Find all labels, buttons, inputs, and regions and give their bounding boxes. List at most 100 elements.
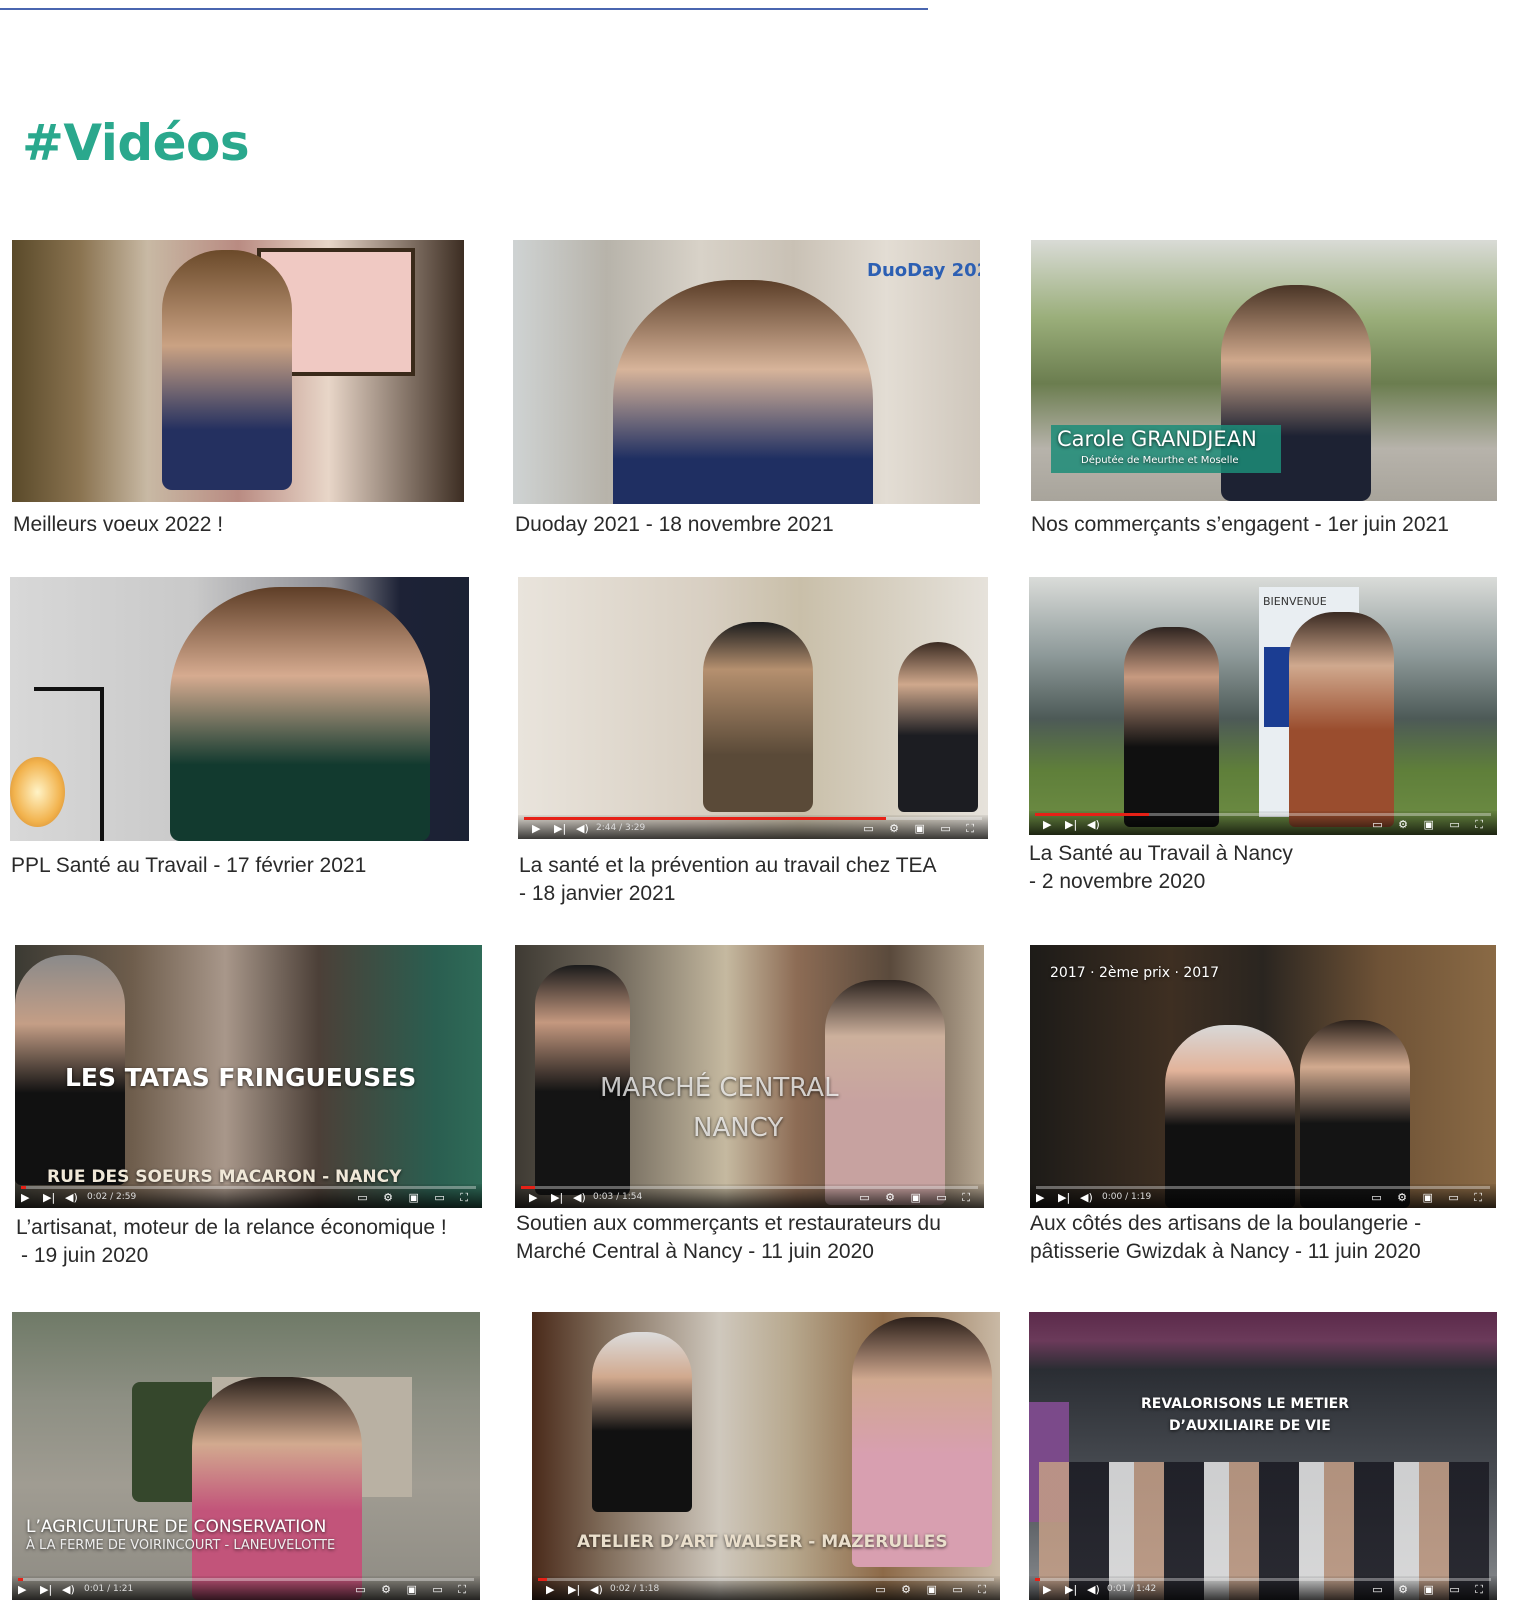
video-card-10[interactable]: L’AGRICULTURE DE CONSERVATION À LA FERME… [12, 1312, 482, 1600]
video-caption-line-1: Aux côtés des artisans de la boulangerie… [1030, 1212, 1422, 1235]
volume-icon[interactable]: ◀) [62, 1583, 75, 1596]
video-caption-line-1: Soutien aux commerçants et restaurateurs… [516, 1212, 941, 1235]
next-icon[interactable]: ▶| [554, 822, 566, 835]
video-player-controls[interactable]: ▶ ▶| ◀) 0:03 / 1:54 ▭ ⚙ ▣ ▭ ⛶ [515, 1184, 984, 1208]
video-caption-line-1: L’artisanat, moteur de la relance économ… [16, 1216, 447, 1239]
video-player-controls[interactable]: ▶ ▶| ◀) 2:44 / 3:29 ▭ ⚙ ▣ ▭ ⛶ [518, 815, 988, 839]
time-display: 0:02 / 1:18 [610, 1584, 660, 1594]
next-icon[interactable]: ▶| [1065, 818, 1077, 831]
play-icon[interactable]: ▶ [1043, 818, 1051, 831]
video-caption-line-2: - 18 janvier 2021 [519, 882, 676, 905]
video-caption-line-2: - 19 juin 2020 [21, 1244, 149, 1267]
volume-icon[interactable]: ◀) [590, 1583, 603, 1596]
progress-bar[interactable] [1036, 1186, 1490, 1189]
play-icon[interactable]: ▶ [546, 1583, 554, 1596]
time-display: 0:03 / 1:54 [593, 1192, 643, 1202]
video-thumbnail[interactable] [10, 577, 469, 841]
play-icon[interactable]: ▶ [1043, 1583, 1051, 1596]
progress-bar[interactable] [1035, 813, 1491, 816]
video-thumbnail[interactable]: ATELIER D’ART WALSER - MAZERULLES ▶ ▶| ◀… [532, 1312, 1000, 1600]
video-card-11[interactable]: ATELIER D’ART WALSER - MAZERULLES ▶ ▶| ◀… [532, 1312, 1002, 1600]
volume-icon[interactable]: ◀) [65, 1191, 78, 1204]
video-player-controls[interactable]: ▶ ▶| ◀) 0:01 / 1:42 ▭ ⚙ ▣ ▭ ⛶ [1029, 1576, 1497, 1600]
video-thumbnail[interactable]: REVALORISONS LE METIER D’AUXILIAIRE DE V… [1029, 1312, 1497, 1600]
player-settings-icons[interactable]: ▭ ⚙ ▣ ▭ ⛶ [1372, 1583, 1489, 1597]
video-thumbnail[interactable]: ▶ ▶| ◀) 2:44 / 3:29 ▭ ⚙ ▣ ▭ ⛶ [518, 577, 988, 839]
play-icon[interactable]: ▶ [1036, 1191, 1044, 1204]
player-settings-icons[interactable]: ▭ ⚙ ▣ ▭ ⛶ [1371, 1191, 1488, 1205]
progress-bar[interactable] [1035, 1578, 1491, 1581]
video-thumbnail[interactable]: 2017 · 2ème prix · 2017 ▶ ▶| ◀) 0:00 / 1… [1030, 945, 1496, 1208]
next-icon[interactable]: ▶| [43, 1191, 55, 1204]
video-caption-line-1: La santé et la prévention au travail che… [519, 854, 937, 877]
player-settings-icons[interactable]: ▭ ⚙ ▣ ▭ ⛶ [1372, 818, 1489, 832]
video-card-9[interactable]: 2017 · 2ème prix · 2017 ▶ ▶| ◀) 0:00 / 1… [1030, 945, 1500, 1280]
video-card-5[interactable]: ▶ ▶| ◀) 2:44 / 3:29 ▭ ⚙ ▣ ▭ ⛶ La santé e… [518, 577, 990, 917]
video-card-7[interactable]: LES TATAS FRINGUEUSES RUE DES SOEURS MAC… [15, 945, 483, 1280]
time-display: 0:02 / 2:59 [87, 1192, 137, 1202]
video-caption: Meilleurs voeux 2022 ! [13, 513, 224, 536]
name-banner: Carole GRANDJEAN Députée de Meurthe et M… [1051, 425, 1281, 473]
video-card-6[interactable]: BIENVENUE ▶ ▶| ◀) ▭ ⚙ ▣ ▭ ⛶ La Santé au … [1029, 577, 1499, 907]
overlay-title: L’AGRICULTURE DE CONSERVATION [26, 1517, 327, 1537]
video-player-controls[interactable]: ▶ ▶| ◀) 0:00 / 1:19 ▭ ⚙ ▣ ▭ ⛶ [1030, 1184, 1496, 1208]
play-icon[interactable]: ▶ [18, 1583, 26, 1596]
volume-icon[interactable]: ◀) [1087, 818, 1100, 831]
video-thumbnail[interactable]: BIENVENUE ▶ ▶| ◀) ▭ ⚙ ▣ ▭ ⛶ [1029, 577, 1497, 835]
overlay-title: LES TATAS FRINGUEUSES [65, 1063, 417, 1092]
name-text: Carole GRANDJEAN [1057, 427, 1257, 451]
next-icon[interactable]: ▶| [1058, 1191, 1070, 1204]
page-title: #Vidéos [22, 114, 250, 172]
next-icon[interactable]: ▶| [40, 1583, 52, 1596]
next-icon[interactable]: ▶| [551, 1191, 563, 1204]
video-card-2[interactable]: DuoDay 2021 Duoday 2021 - 18 novembre 20… [513, 240, 981, 540]
player-settings-icons[interactable]: ▭ ⚙ ▣ ▭ ⛶ [355, 1583, 472, 1597]
progress-bar[interactable] [18, 1578, 474, 1581]
play-icon[interactable]: ▶ [532, 822, 540, 835]
time-display: 2:44 / 3:29 [596, 823, 646, 833]
video-player-controls[interactable]: ▶ ▶| ◀) 0:01 / 1:21 ▭ ⚙ ▣ ▭ ⛶ [12, 1576, 480, 1600]
video-thumbnail[interactable]: LES TATAS FRINGUEUSES RUE DES SOEURS MAC… [15, 945, 482, 1208]
award-sign-text: 2017 · 2ème prix · 2017 [1050, 965, 1219, 981]
progress-bar[interactable] [521, 1186, 978, 1189]
video-player-controls[interactable]: ▶ ▶| ◀) ▭ ⚙ ▣ ▭ ⛶ [1029, 811, 1497, 835]
overlay-subtitle: NANCY [693, 1113, 784, 1143]
video-thumbnail[interactable] [12, 240, 464, 502]
player-settings-icons[interactable]: ▭ ⚙ ▣ ▭ ⛶ [863, 822, 980, 836]
video-caption: Nos commerçants s’engagent - 1er juin 20… [1031, 513, 1449, 536]
next-icon[interactable]: ▶| [1065, 1583, 1077, 1596]
welcome-sign-text: BIENVENUE [1263, 595, 1327, 608]
player-settings-icons[interactable]: ▭ ⚙ ▣ ▭ ⛶ [357, 1191, 474, 1205]
overlay-title: MARCHÉ CENTRAL [600, 1073, 839, 1103]
duoday-logo: DuoDay 2021 [867, 260, 980, 281]
volume-icon[interactable]: ◀) [573, 1191, 586, 1204]
video-card-1[interactable]: Meilleurs voeux 2022 ! [12, 240, 464, 540]
video-player-controls[interactable]: ▶ ▶| ◀) 0:02 / 2:59 ▭ ⚙ ▣ ▭ ⛶ [15, 1184, 482, 1208]
next-icon[interactable]: ▶| [568, 1583, 580, 1596]
video-card-8[interactable]: MARCHÉ CENTRAL NANCY ▶ ▶| ◀) 0:03 / 1:54… [515, 945, 985, 1280]
top-divider [0, 8, 928, 10]
video-caption-line-2: pâtisserie Gwizdak à Nancy - 11 juin 202… [1030, 1240, 1421, 1263]
video-thumbnail[interactable]: Carole GRANDJEAN Députée de Meurthe et M… [1031, 240, 1497, 501]
video-card-3[interactable]: Carole GRANDJEAN Députée de Meurthe et M… [1031, 240, 1501, 540]
volume-icon[interactable]: ◀) [1080, 1191, 1093, 1204]
video-caption-line-2: Marché Central à Nancy - 11 juin 2020 [516, 1240, 874, 1263]
video-thumbnail[interactable]: DuoDay 2021 [513, 240, 980, 504]
play-icon[interactable]: ▶ [21, 1191, 29, 1204]
player-settings-icons[interactable]: ▭ ⚙ ▣ ▭ ⛶ [875, 1583, 992, 1597]
progress-bar[interactable] [21, 1186, 476, 1189]
progress-bar[interactable] [538, 1578, 994, 1581]
video-caption: Duoday 2021 - 18 novembre 2021 [515, 513, 834, 536]
video-thumbnail[interactable]: L’AGRICULTURE DE CONSERVATION À LA FERME… [12, 1312, 480, 1600]
volume-icon[interactable]: ◀) [576, 822, 589, 835]
play-icon[interactable]: ▶ [529, 1191, 537, 1204]
video-player-controls[interactable]: ▶ ▶| ◀) 0:02 / 1:18 ▭ ⚙ ▣ ▭ ⛶ [532, 1576, 1000, 1600]
video-card-4[interactable]: PPL Santé au Travail - 17 février 2021 [10, 577, 470, 877]
progress-bar[interactable] [524, 817, 982, 820]
video-card-12[interactable]: REVALORISONS LE METIER D’AUXILIAIRE DE V… [1029, 1312, 1499, 1600]
video-thumbnail[interactable]: MARCHÉ CENTRAL NANCY ▶ ▶| ◀) 0:03 / 1:54… [515, 945, 984, 1208]
volume-icon[interactable]: ◀) [1087, 1583, 1100, 1596]
player-settings-icons[interactable]: ▭ ⚙ ▣ ▭ ⛶ [859, 1191, 976, 1205]
video-caption-line-2: - 2 novembre 2020 [1029, 870, 1206, 893]
overlay-title: REVALORISONS LE METIER [1141, 1396, 1349, 1412]
